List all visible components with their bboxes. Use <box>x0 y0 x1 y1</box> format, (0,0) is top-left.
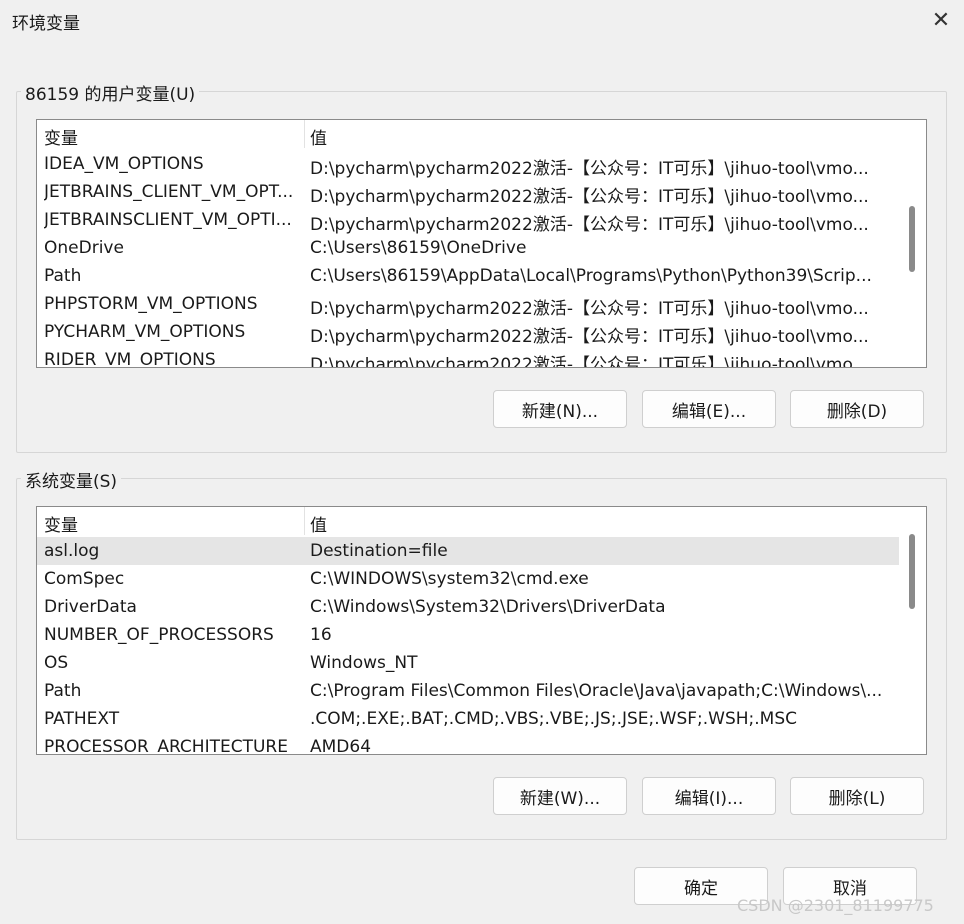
table-row[interactable]: OS Windows_NT <box>37 649 899 677</box>
column-divider[interactable] <box>304 120 305 148</box>
variable-value: D:\pycharm\pycharm2022激活-【公众号：IT可乐】\jihu… <box>310 187 869 207</box>
variable-value: C:\WINDOWS\system32\cmd.exe <box>310 569 589 589</box>
column-header-value[interactable]: 值 <box>310 511 327 536</box>
variable-name: DriverData <box>44 597 137 617</box>
variable-name: PYCHARM_VM_OPTIONS <box>44 322 246 342</box>
variable-name: PHPSTORM_VM_OPTIONS <box>44 294 258 314</box>
variable-name: ComSpec <box>44 569 125 589</box>
variable-name: RIDER_VM_OPTIONS <box>44 350 216 368</box>
variable-value: Destination=file <box>310 541 448 561</box>
column-header-variable[interactable]: 变量 <box>44 511 78 536</box>
list-header: 变量 值 <box>37 507 899 536</box>
variable-value: AMD64 <box>310 737 372 755</box>
table-row[interactable]: PATHEXT .COM;.EXE;.BAT;.CMD;.VBS;.VBE;.J… <box>37 705 899 733</box>
variable-value: C:\Users\86159\OneDrive <box>310 238 527 258</box>
list-header: 变量 值 <box>37 120 899 149</box>
variable-value: 16 <box>310 625 332 645</box>
user-edit-button[interactable]: 编辑(E)... <box>642 390 776 428</box>
table-row[interactable]: RIDER_VM_OPTIONS D:\pycharm\pycharm2022激… <box>37 346 899 368</box>
variable-name: asl.log <box>44 541 100 561</box>
window-title: 环境变量 <box>12 14 80 34</box>
user-variables-list[interactable]: 变量 值 IDEA_VM_OPTIONS D:\pycharm\pycharm2… <box>36 119 927 368</box>
table-row[interactable]: PROCESSOR_ARCHITECTURE AMD64 <box>37 733 899 755</box>
title-bar: 环境变量 ✕ <box>0 0 964 42</box>
variable-value: D:\pycharm\pycharm2022激活-【公众号：IT可乐】\jihu… <box>310 215 869 235</box>
system-edit-button[interactable]: 编辑(I)... <box>642 777 776 815</box>
table-row-selected[interactable]: asl.log Destination=file <box>37 537 899 565</box>
table-row[interactable]: JETBRAINS_CLIENT_VM_OPT... D:\pycharm\py… <box>37 178 899 207</box>
variable-name: JETBRAINS_CLIENT_VM_OPT... <box>44 182 294 202</box>
variable-name: OneDrive <box>44 238 124 258</box>
table-row[interactable]: Path C:\Program Files\Common Files\Oracl… <box>37 677 899 705</box>
variable-value: D:\pycharm\pycharm2022激活-【公众号：IT可乐】\jihu… <box>310 355 869 368</box>
system-variables-list[interactable]: 变量 值 asl.log Destination=file ComSpec C:… <box>36 506 927 755</box>
variable-value: D:\pycharm\pycharm2022激活-【公众号：IT可乐】\jihu… <box>310 299 869 319</box>
vertical-scrollbar[interactable] <box>899 120 926 367</box>
table-row[interactable]: JETBRAINSCLIENT_VM_OPTI... D:\pycharm\py… <box>37 206 899 235</box>
table-row[interactable]: OneDrive C:\Users\86159\OneDrive <box>37 234 899 262</box>
variable-name: OS <box>44 653 69 673</box>
user-delete-button[interactable]: 删除(D) <box>790 390 924 428</box>
variable-value: Windows_NT <box>310 653 418 673</box>
table-row[interactable]: NUMBER_OF_PROCESSORS 16 <box>37 621 899 649</box>
close-icon[interactable]: ✕ <box>926 5 956 35</box>
variable-value: D:\pycharm\pycharm2022激活-【公众号：IT可乐】\jihu… <box>310 327 869 347</box>
system-delete-button[interactable]: 删除(L) <box>790 777 924 815</box>
variable-name: IDEA_VM_OPTIONS <box>44 154 204 174</box>
column-header-value[interactable]: 值 <box>310 124 327 149</box>
variable-value: D:\pycharm\pycharm2022激活-【公众号：IT可乐】\jihu… <box>310 159 869 179</box>
variable-value: C:\Program Files\Common Files\Oracle\Jav… <box>310 681 883 701</box>
variable-value: C:\Users\86159\AppData\Local\Programs\Py… <box>310 266 872 286</box>
variable-value: C:\Windows\System32\Drivers\DriverData <box>310 597 666 617</box>
scrollbar-thumb[interactable] <box>909 206 915 272</box>
table-row[interactable]: DriverData C:\Windows\System32\Drivers\D… <box>37 593 899 621</box>
table-row[interactable]: PYCHARM_VM_OPTIONS D:\pycharm\pycharm202… <box>37 318 899 347</box>
variable-value: .COM;.EXE;.BAT;.CMD;.VBS;.VBE;.JS;.JSE;.… <box>310 709 798 729</box>
variable-name: Path <box>44 681 82 701</box>
system-variables-label: 系统变量(S) <box>21 467 122 492</box>
variable-name: PATHEXT <box>44 709 120 729</box>
table-row[interactable]: IDEA_VM_OPTIONS D:\pycharm\pycharm2022激活… <box>37 150 899 179</box>
vertical-scrollbar[interactable] <box>899 507 926 754</box>
variable-name: JETBRAINSCLIENT_VM_OPTI... <box>44 210 292 230</box>
table-row[interactable]: PHPSTORM_VM_OPTIONS D:\pycharm\pycharm20… <box>37 290 899 319</box>
table-row[interactable]: Path C:\Users\86159\AppData\Local\Progra… <box>37 262 899 290</box>
user-new-button[interactable]: 新建(N)... <box>493 390 627 428</box>
column-header-variable[interactable]: 变量 <box>44 124 78 149</box>
scrollbar-thumb[interactable] <box>909 534 915 609</box>
table-row[interactable]: ComSpec C:\WINDOWS\system32\cmd.exe <box>37 565 899 593</box>
variable-name: PROCESSOR_ARCHITECTURE <box>44 737 288 755</box>
system-new-button[interactable]: 新建(W)... <box>493 777 627 815</box>
variable-name: NUMBER_OF_PROCESSORS <box>44 625 274 645</box>
variable-name: Path <box>44 266 82 286</box>
user-variables-label: 86159 的用户变量(U) <box>21 80 200 105</box>
column-divider[interactable] <box>304 507 305 535</box>
watermark: CSDN @2301_81199775 <box>737 896 934 915</box>
